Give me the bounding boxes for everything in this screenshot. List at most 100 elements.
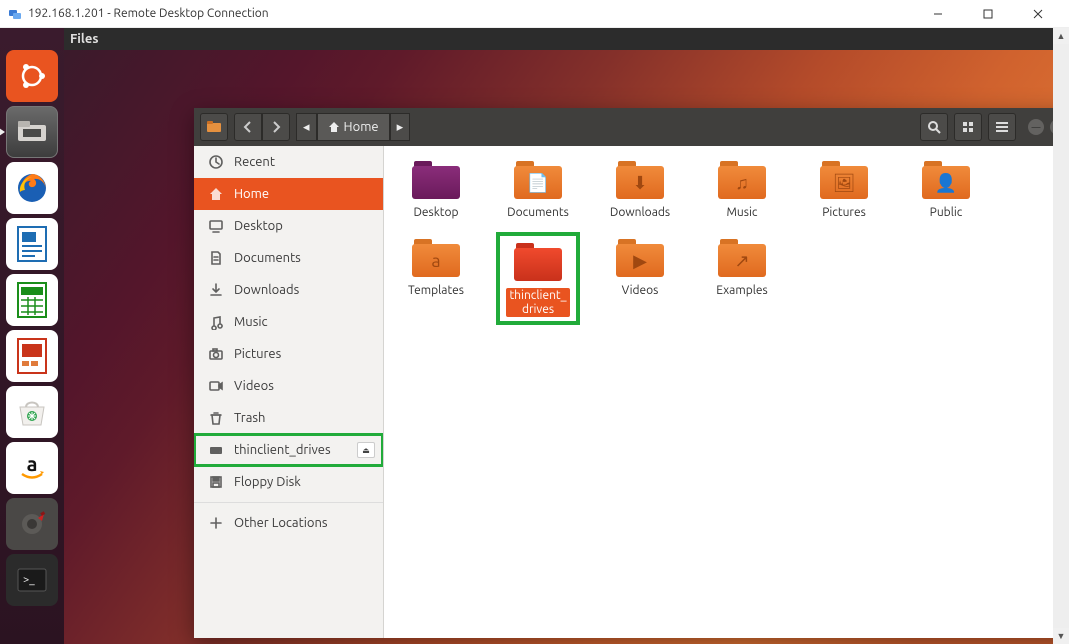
- sidebar-item-label: Videos: [234, 379, 274, 393]
- sidebar-item-label: Other Locations: [234, 516, 328, 530]
- path-prev-button[interactable]: ◂: [296, 113, 317, 141]
- sidebar-item-label: Documents: [234, 251, 301, 265]
- scroll-up-button[interactable]: ▲: [1053, 28, 1069, 44]
- window-maximize-button[interactable]: □: [1050, 119, 1053, 135]
- content-grid[interactable]: Desktop 📄 Documents ⬇ Downloads ♫ Music 🖼Pictur…: [384, 146, 1053, 638]
- launcher-ubuntu-dash[interactable]: [6, 50, 58, 102]
- sidebar-item-documents[interactable]: Documents: [194, 242, 383, 274]
- launcher-settings[interactable]: [6, 498, 58, 550]
- camera-icon: [208, 346, 224, 362]
- grid-item-downloads[interactable]: ⬇ Downloads: [602, 158, 678, 220]
- rdp-title-text: 192.168.1.201 - Remote Desktop Connectio…: [28, 7, 269, 20]
- rdp-close-button[interactable]: [1023, 4, 1053, 24]
- sidebar-item-thinclient-drives[interactable]: thinclient_drives⏏: [194, 434, 383, 466]
- grid-item-public[interactable]: 👤Public: [908, 158, 984, 220]
- grid-item-thinclient-drives[interactable]: thinclient_drives: [500, 236, 576, 322]
- grid-item-label: Videos: [622, 284, 659, 298]
- grid-item-label: Documents: [507, 206, 569, 220]
- sidebar-item-label: Trash: [234, 411, 265, 425]
- files-window: ◂ Home ▸ — □ ✕ RecentHomeDe: [194, 108, 1053, 638]
- folder-icon: ⬇: [613, 158, 667, 202]
- host-scrollbar[interactable]: ▲ ▼: [1053, 28, 1069, 644]
- folder-icon: ↗: [715, 236, 769, 280]
- eject-button[interactable]: ⏏: [357, 442, 375, 458]
- path-home-label: Home: [344, 120, 379, 134]
- grid-item-label: Music: [727, 206, 758, 220]
- folder-icon: 📄: [511, 158, 565, 202]
- sidebar-item-label: Home: [234, 187, 269, 201]
- hamburger-menu-button[interactable]: [988, 113, 1016, 141]
- sidebar-item-music[interactable]: Music: [194, 306, 383, 338]
- rdp-titlebar: 192.168.1.201 - Remote Desktop Connectio…: [0, 0, 1069, 28]
- sidebar-item-trash[interactable]: Trash: [194, 402, 383, 434]
- sidebar: Recent Home Desktop Documents Downloads Music…: [194, 146, 384, 638]
- svg-text:a: a: [27, 452, 38, 475]
- sidebar-item-label: Recent: [234, 155, 275, 169]
- ubuntu-desktop[interactable]: Files ◂ Home ▸: [64, 28, 1053, 644]
- home-icon: [328, 121, 340, 133]
- folder-icon: [409, 158, 463, 202]
- folder-icon: ♫: [715, 158, 769, 202]
- rdp-icon: [8, 7, 22, 21]
- path-next-button[interactable]: ▸: [390, 113, 411, 141]
- launcher-software[interactable]: [6, 386, 58, 438]
- sidebar-separator: [194, 502, 383, 503]
- launcher-writer[interactable]: [6, 218, 58, 270]
- filemanager-icon[interactable]: [200, 113, 228, 141]
- nav-group: [234, 113, 290, 141]
- rdp-minimize-button[interactable]: [923, 4, 953, 24]
- grid-item-label: Downloads: [610, 206, 670, 220]
- sidebar-item-floppy-disk[interactable]: Floppy Disk: [194, 466, 383, 498]
- sidebar-item-other-locations[interactable]: Other Locations: [194, 507, 383, 539]
- folder-icon: ▶: [613, 236, 667, 280]
- scroll-down-button[interactable]: ▼: [1053, 628, 1069, 644]
- sidebar-item-pictures[interactable]: Pictures: [194, 338, 383, 370]
- grid-item-videos[interactable]: ▶ Videos: [602, 236, 678, 322]
- launcher-calc[interactable]: [6, 274, 58, 326]
- grid-item-templates[interactable]: a Templates: [398, 236, 474, 322]
- plus-icon: [208, 515, 224, 531]
- grid-item-examples[interactable]: ↗Examples: [704, 236, 780, 322]
- floppy-icon: [208, 474, 224, 490]
- sidebar-item-videos[interactable]: Videos: [194, 370, 383, 402]
- sidebar-item-label: Floppy Disk: [234, 475, 301, 489]
- window-controls: — □ ✕: [1028, 119, 1053, 135]
- sidebar-item-downloads[interactable]: Downloads: [194, 274, 383, 306]
- view-grid-button[interactable]: [954, 113, 982, 141]
- window-minimize-button[interactable]: —: [1028, 119, 1044, 135]
- launcher-amazon[interactable]: a: [6, 442, 58, 494]
- sidebar-item-label: Downloads: [234, 283, 299, 297]
- sidebar-item-label: Music: [234, 315, 268, 329]
- launcher-files[interactable]: [6, 106, 58, 158]
- trash-icon: [208, 410, 224, 426]
- app-menu-label[interactable]: Files: [70, 32, 98, 46]
- search-button[interactable]: [920, 113, 948, 141]
- svg-text:>_: >_: [23, 574, 35, 586]
- launcher-firefox[interactable]: [6, 162, 58, 214]
- folder-icon: a: [409, 236, 463, 280]
- launcher-terminal[interactable]: >_: [6, 554, 58, 606]
- desktop-icon: [208, 218, 224, 234]
- grid-item-label: Desktop: [413, 206, 458, 220]
- music-icon: [208, 314, 224, 330]
- grid-item-label: Templates: [408, 284, 464, 298]
- grid-item-pictures[interactable]: 🖼Pictures: [806, 158, 882, 220]
- sidebar-item-home[interactable]: Home: [194, 178, 383, 210]
- rdp-maximize-button[interactable]: [973, 4, 1003, 24]
- nav-back-button[interactable]: [234, 113, 262, 141]
- gnome-menubar: Files: [64, 28, 1053, 50]
- scroll-track[interactable]: [1053, 44, 1069, 628]
- grid-item-music[interactable]: ♫ Music: [704, 158, 780, 220]
- headerbar: ◂ Home ▸ — □ ✕: [194, 108, 1053, 146]
- video-icon: [208, 378, 224, 394]
- grid-item-desktop[interactable]: Desktop: [398, 158, 474, 220]
- grid-item-label: thinclient_drives: [506, 288, 569, 318]
- grid-item-documents[interactable]: 📄 Documents: [500, 158, 576, 220]
- sidebar-item-label: Desktop: [234, 219, 283, 233]
- nav-forward-button[interactable]: [262, 113, 290, 141]
- sidebar-item-desktop[interactable]: Desktop: [194, 210, 383, 242]
- path-home-button[interactable]: Home: [317, 113, 390, 141]
- drive-icon: [208, 442, 224, 458]
- sidebar-item-recent[interactable]: Recent: [194, 146, 383, 178]
- launcher-impress[interactable]: [6, 330, 58, 382]
